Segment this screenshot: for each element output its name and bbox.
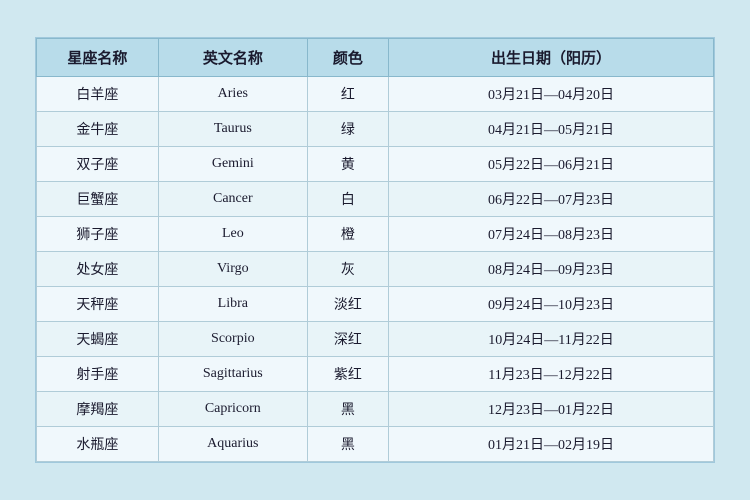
cell-chinese: 处女座 [37,252,159,287]
cell-color: 黄 [307,147,388,182]
cell-english: Gemini [158,147,307,182]
cell-color: 绿 [307,112,388,147]
cell-color: 红 [307,77,388,112]
cell-color: 深红 [307,322,388,357]
cell-color: 橙 [307,217,388,252]
cell-date: 04月21日—05月21日 [389,112,714,147]
cell-color: 黑 [307,427,388,462]
cell-english: Cancer [158,182,307,217]
cell-chinese: 射手座 [37,357,159,392]
cell-date: 08月24日—09月23日 [389,252,714,287]
cell-date: 03月21日—04月20日 [389,77,714,112]
header-chinese: 星座名称 [37,39,159,77]
cell-chinese: 白羊座 [37,77,159,112]
cell-english: Virgo [158,252,307,287]
table-row: 摩羯座Capricorn黑12月23日—01月22日 [37,392,714,427]
cell-english: Capricorn [158,392,307,427]
cell-chinese: 巨蟹座 [37,182,159,217]
cell-color: 淡红 [307,287,388,322]
table-row: 狮子座Leo橙07月24日—08月23日 [37,217,714,252]
cell-date: 10月24日—11月22日 [389,322,714,357]
zodiac-table: 星座名称 英文名称 颜色 出生日期（阳历） 白羊座Aries红03月21日—04… [36,38,714,462]
table-row: 巨蟹座Cancer白06月22日—07月23日 [37,182,714,217]
cell-chinese: 摩羯座 [37,392,159,427]
cell-english: Sagittarius [158,357,307,392]
header-date: 出生日期（阳历） [389,39,714,77]
table-row: 双子座Gemini黄05月22日—06月21日 [37,147,714,182]
cell-color: 灰 [307,252,388,287]
cell-chinese: 天蝎座 [37,322,159,357]
table-row: 天蝎座Scorpio深红10月24日—11月22日 [37,322,714,357]
cell-chinese: 狮子座 [37,217,159,252]
cell-english: Libra [158,287,307,322]
cell-color: 白 [307,182,388,217]
cell-english: Leo [158,217,307,252]
cell-color: 黑 [307,392,388,427]
cell-date: 06月22日—07月23日 [389,182,714,217]
cell-date: 07月24日—08月23日 [389,217,714,252]
zodiac-table-container: 星座名称 英文名称 颜色 出生日期（阳历） 白羊座Aries红03月21日—04… [35,37,715,463]
table-row: 白羊座Aries红03月21日—04月20日 [37,77,714,112]
table-row: 处女座Virgo灰08月24日—09月23日 [37,252,714,287]
header-english: 英文名称 [158,39,307,77]
table-header-row: 星座名称 英文名称 颜色 出生日期（阳历） [37,39,714,77]
cell-date: 09月24日—10月23日 [389,287,714,322]
table-row: 射手座Sagittarius紫红11月23日—12月22日 [37,357,714,392]
table-row: 金牛座Taurus绿04月21日—05月21日 [37,112,714,147]
cell-date: 05月22日—06月21日 [389,147,714,182]
table-row: 天秤座Libra淡红09月24日—10月23日 [37,287,714,322]
cell-date: 01月21日—02月19日 [389,427,714,462]
cell-english: Aries [158,77,307,112]
header-color: 颜色 [307,39,388,77]
cell-english: Aquarius [158,427,307,462]
cell-chinese: 金牛座 [37,112,159,147]
cell-chinese: 天秤座 [37,287,159,322]
cell-date: 11月23日—12月22日 [389,357,714,392]
cell-date: 12月23日—01月22日 [389,392,714,427]
cell-chinese: 水瓶座 [37,427,159,462]
cell-chinese: 双子座 [37,147,159,182]
table-row: 水瓶座Aquarius黑01月21日—02月19日 [37,427,714,462]
cell-color: 紫红 [307,357,388,392]
cell-english: Taurus [158,112,307,147]
cell-english: Scorpio [158,322,307,357]
